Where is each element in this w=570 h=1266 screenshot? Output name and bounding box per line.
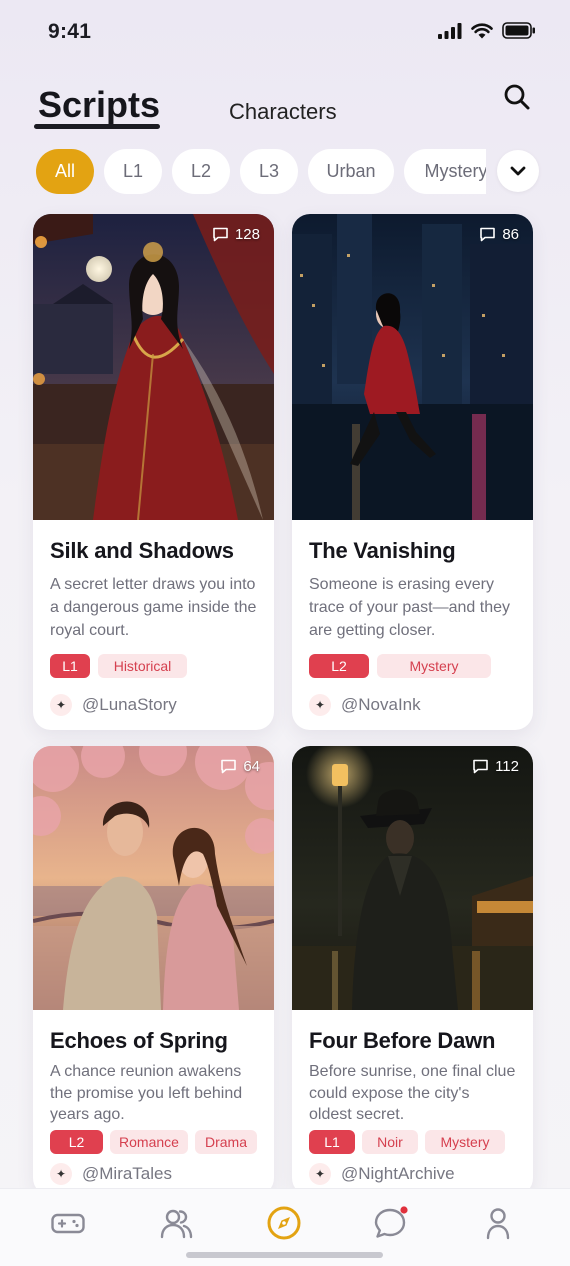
- author-name: @NightArchive: [341, 1164, 455, 1183]
- genre-tag: Drama: [194, 1130, 257, 1154]
- filter-chip-l3[interactable]: L3: [240, 149, 298, 194]
- comment-count: 128: [212, 226, 260, 243]
- level-tag: L1: [309, 1130, 355, 1154]
- card-tags: L1 Historical: [50, 654, 257, 678]
- script-card[interactable]: 86 The Vanishing Someone is erasing ever…: [292, 214, 533, 730]
- level-tag: L2: [309, 654, 369, 678]
- author-name: @MiraTales: [82, 1164, 172, 1183]
- card-tags: L1 Noir Mystery: [309, 1130, 516, 1154]
- cover-image: 86: [292, 214, 533, 520]
- status-time: 9:41: [48, 20, 92, 43]
- card-description: Someone is erasing every trace of your p…: [309, 576, 510, 639]
- tab-characters[interactable]: Characters: [229, 99, 337, 125]
- comment-icon: [213, 227, 228, 242]
- filter-chip-mystery[interactable]: Mystery: [404, 149, 486, 194]
- comment-count: 86: [479, 226, 519, 243]
- card-description: Before sunrise, one final clue could exp…: [309, 1063, 516, 1123]
- level-tag: L2: [50, 1130, 103, 1154]
- sparkle-icon: ✦: [50, 1163, 72, 1185]
- nav-explore[interactable]: [266, 1205, 302, 1241]
- cover-image: 112: [292, 746, 533, 1010]
- sparkle-icon: ✦: [309, 694, 331, 716]
- home-indicator: [186, 1252, 383, 1258]
- cover-image: 64: [33, 746, 274, 1010]
- comment-count-value: 86: [502, 226, 519, 243]
- card-description: A chance reunion awakens the promise you…: [50, 1063, 243, 1123]
- nav-chat[interactable]: [373, 1205, 409, 1241]
- nav-games[interactable]: [50, 1205, 86, 1241]
- sparkle-icon: ✦: [50, 694, 72, 716]
- compass-icon: [267, 1206, 301, 1240]
- card-author[interactable]: ✦ @NightArchive: [309, 1163, 516, 1185]
- comment-count-value: 64: [243, 758, 260, 775]
- filter-chip-urban[interactable]: Urban: [308, 149, 394, 194]
- card-description: A secret letter draws you into a dangero…: [50, 576, 257, 639]
- filter-chip-l2[interactable]: L2: [172, 149, 230, 194]
- card-tags: L2 Romance Drama: [50, 1130, 257, 1154]
- chat-icon: [374, 1206, 408, 1238]
- genre-tag: Romance: [109, 1130, 188, 1154]
- card-title: Echoes of Spring: [50, 1028, 228, 1053]
- search-button[interactable]: [502, 82, 536, 116]
- level-tag: L1: [50, 654, 90, 678]
- nav-profile[interactable]: [480, 1205, 516, 1241]
- expand-filters-button[interactable]: [497, 150, 539, 192]
- tab-scripts[interactable]: Scripts: [38, 84, 160, 126]
- comment-count: 64: [220, 758, 260, 775]
- sparkle-icon: ✦: [309, 1163, 331, 1185]
- author-name: @NovaInk: [341, 695, 421, 714]
- chevron-down-icon: [510, 166, 526, 176]
- genre-tag: Mystery: [425, 1130, 505, 1154]
- nav-people[interactable]: [158, 1205, 194, 1241]
- cover-image: 128: [33, 214, 274, 520]
- comment-icon: [221, 759, 237, 774]
- search-icon: [504, 84, 530, 110]
- card-title: Silk and Shadows: [50, 538, 234, 563]
- filter-chip-all[interactable]: All: [36, 149, 94, 194]
- top-tabs: Scripts Characters: [34, 80, 536, 130]
- comment-count-value: 128: [234, 226, 260, 243]
- comment-count: 112: [472, 758, 519, 775]
- comment-icon: [480, 227, 496, 242]
- card-author[interactable]: ✦ @NovaInk: [309, 694, 516, 716]
- filter-chip-l1[interactable]: L1: [104, 149, 162, 194]
- status-icons: [438, 22, 536, 39]
- card-tags: L2 Mystery: [309, 654, 516, 678]
- signal-icon: [438, 22, 462, 39]
- filter-chips: All L1 L2 L3 Urban Mystery: [36, 149, 486, 195]
- people-icon: [160, 1209, 193, 1239]
- profile-icon: [486, 1208, 510, 1240]
- script-card[interactable]: 128 Silk and Shadows A secret letter dra…: [33, 214, 274, 730]
- games-icon: [51, 1213, 85, 1234]
- card-author[interactable]: ✦ @MiraTales: [50, 1163, 257, 1185]
- genre-tag: Historical: [98, 654, 187, 678]
- card-title: The Vanishing: [309, 538, 456, 563]
- comment-icon: [473, 759, 488, 774]
- wifi-icon: [471, 22, 493, 38]
- status-bar: 9:41: [0, 0, 570, 64]
- tab-active-indicator: [34, 124, 160, 129]
- card-title: Four Before Dawn: [309, 1028, 496, 1053]
- script-card[interactable]: 64 Echoes of Spring A chance reunion awa…: [33, 746, 274, 1196]
- author-name: @LunaStory: [82, 695, 177, 714]
- script-card[interactable]: 112 Four Before Dawn Before sunrise, one…: [292, 746, 533, 1196]
- card-author[interactable]: ✦ @LunaStory: [50, 694, 257, 716]
- comment-count-value: 112: [495, 758, 519, 775]
- battery-icon: [502, 22, 535, 39]
- genre-tag: Noir: [362, 1130, 418, 1154]
- genre-tag: Mystery: [377, 654, 491, 678]
